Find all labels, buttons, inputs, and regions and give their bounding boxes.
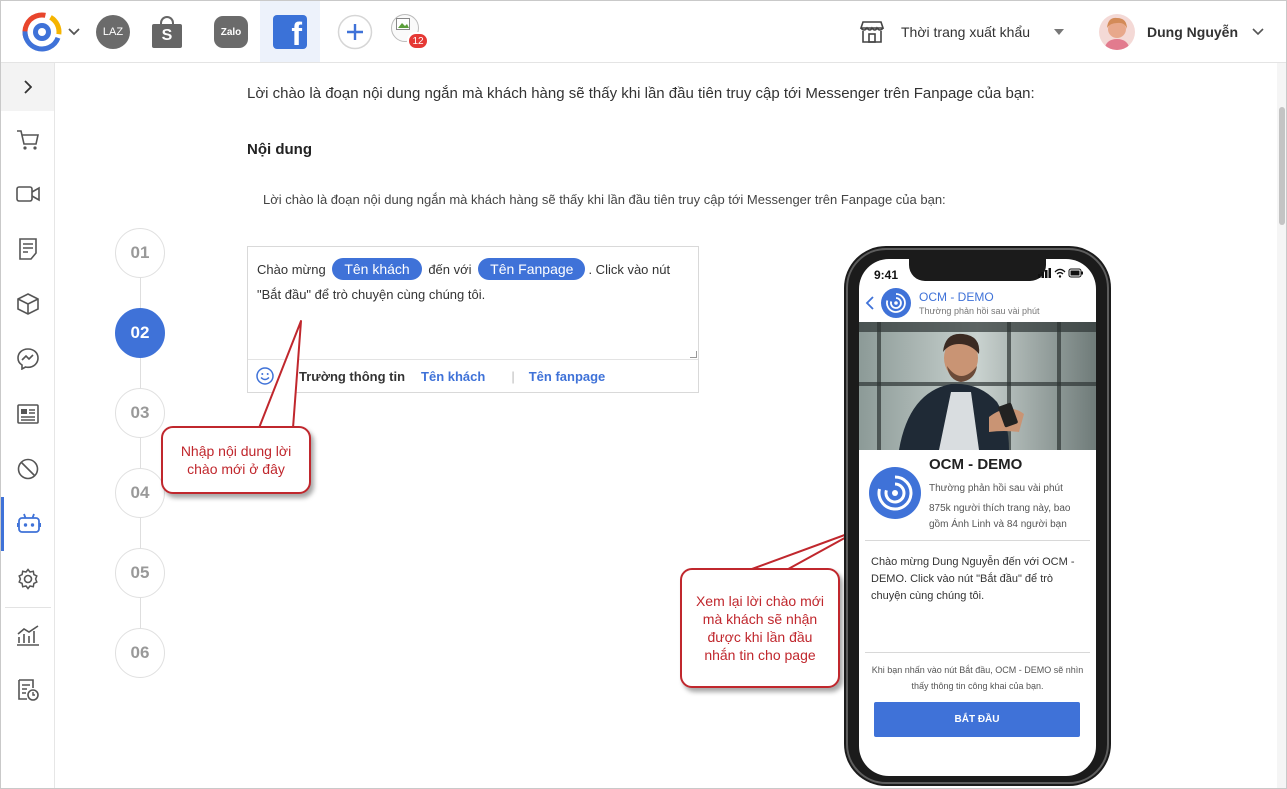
cart-icon xyxy=(16,130,39,150)
app-logo-icon xyxy=(22,12,62,51)
scrollbar-thumb[interactable] xyxy=(1279,107,1285,225)
shopee-channel[interactable]: S xyxy=(145,14,189,50)
step-5[interactable]: 05 xyxy=(115,548,165,598)
insert-fanpage-name-link[interactable]: Tên fanpage xyxy=(529,369,606,384)
store-name: Thời trang xuất khẩu xyxy=(901,24,1031,40)
sidebar-expand-button[interactable] xyxy=(1,63,54,111)
sidebar-item-livestream[interactable] xyxy=(1,167,54,221)
chevron-right-icon xyxy=(23,80,32,94)
analytics-icon xyxy=(16,625,39,646)
sidebar-item-analytics[interactable] xyxy=(1,608,54,662)
report-calendar-icon xyxy=(17,679,39,701)
blocked-icon xyxy=(17,458,38,480)
divider xyxy=(865,540,1090,541)
signal-wifi-battery-icon xyxy=(1038,268,1083,278)
welcome-message-preview: Chào mừng Dung Nguyễn đến với OCM - DEMO… xyxy=(871,556,1075,602)
divider xyxy=(865,652,1090,653)
image-placeholder-icon xyxy=(396,18,410,30)
store-icon xyxy=(859,21,885,43)
messenger-icon xyxy=(16,348,39,370)
sidebar-item-blocklist[interactable] xyxy=(1,442,54,496)
sidebar-item-chatbot[interactable] xyxy=(1,497,54,551)
top-bar: LAZ S Zalo f 12 Thời trang xuất khẩu Dun… xyxy=(1,1,1286,63)
sidebar-item-orders[interactable] xyxy=(1,113,54,167)
sidebar xyxy=(1,63,55,788)
step-3[interactable]: 03 xyxy=(115,388,165,438)
step-2[interactable]: 02 xyxy=(115,308,165,358)
step-1[interactable]: 01 xyxy=(115,228,165,278)
phone-preview: 9:41 OCM - DEMO Thường phản hồi sau vài … xyxy=(844,246,1111,786)
intro-text: Lời chào là đoạn nội dung ngắn mà khách … xyxy=(247,85,1035,102)
sidebar-item-posts[interactable] xyxy=(1,222,54,276)
step-4[interactable]: 04 xyxy=(115,468,165,518)
customer-name-chip[interactable]: Tên khách xyxy=(332,258,422,280)
avatar xyxy=(1099,14,1135,50)
emoji-icon[interactable] xyxy=(256,367,274,385)
facebook-icon: f xyxy=(273,14,307,49)
sidebar-item-messages[interactable] xyxy=(1,332,54,386)
toolbar-divider xyxy=(287,365,288,387)
back-arrow-icon[interactable] xyxy=(865,296,875,310)
page-logo-icon xyxy=(881,288,911,318)
page-name: OCM - DEMO xyxy=(929,456,1023,473)
facebook-channel[interactable]: f xyxy=(260,1,320,62)
zalo-channel[interactable]: Zalo xyxy=(209,14,253,50)
section-title: Nội dung xyxy=(247,141,312,158)
chevron-down-icon xyxy=(1252,28,1264,36)
phone-notch xyxy=(909,259,1046,281)
plus-circle-icon xyxy=(337,14,373,50)
insert-customer-name-link[interactable]: Tên khách xyxy=(421,369,485,384)
resize-handle[interactable] xyxy=(690,351,697,358)
fanpage-name-chip[interactable]: Tên Fanpage xyxy=(478,258,586,280)
app-logo-switcher[interactable] xyxy=(15,1,85,62)
page-logo-large-icon xyxy=(869,467,921,519)
caret-down-icon xyxy=(1054,29,1065,35)
chat-page-title: OCM - DEMO xyxy=(919,290,994,304)
greeting-editor[interactable]: Chào mừng Tên khách đến với Tên Fanpage.… xyxy=(247,246,699,393)
phone-screen: 9:41 OCM - DEMO Thường phản hồi sau vài … xyxy=(859,259,1096,776)
user-name: Dung Nguyễn xyxy=(1147,24,1238,40)
editor-toolbar: Trường thông tin Tên khách | Tên fanpage xyxy=(248,359,698,392)
store-selector[interactable]: Thời trang xuất khẩu xyxy=(859,15,1065,49)
page-likes: 875k người thích trang này, bao gồm Ánh … xyxy=(929,503,1071,530)
chat-response-time: Thường phản hồi sau vài phút xyxy=(919,306,1040,316)
video-icon xyxy=(15,186,40,202)
add-channel-button[interactable] xyxy=(333,14,377,50)
field-separator: | xyxy=(511,368,515,384)
fields-label: Trường thông tin xyxy=(299,368,406,384)
greeting-textarea[interactable]: Chào mừng Tên khách đến với Tên Fanpage.… xyxy=(257,257,691,307)
lazada-channel[interactable]: LAZ xyxy=(91,14,135,50)
user-menu[interactable]: Dung Nguyễn xyxy=(1099,13,1264,51)
notification-badge: 12 xyxy=(407,32,429,50)
zalo-icon: Zalo xyxy=(214,16,248,48)
scrollbar[interactable] xyxy=(1277,63,1286,788)
bot-icon xyxy=(17,513,41,533)
sidebar-item-settings[interactable] xyxy=(1,552,54,606)
sidebar-item-customers[interactable] xyxy=(1,387,54,441)
lazada-icon: LAZ xyxy=(96,15,130,49)
page-avatar-channel[interactable]: 12 xyxy=(385,14,429,50)
shopee-icon: S xyxy=(152,16,182,48)
start-button[interactable]: BẮT ĐẦU xyxy=(874,702,1080,737)
step-6[interactable]: 06 xyxy=(115,628,165,678)
sidebar-item-products[interactable] xyxy=(1,277,54,331)
chevron-down-icon xyxy=(68,27,80,35)
status-time: 9:41 xyxy=(874,268,899,282)
document-icon xyxy=(18,238,37,260)
app-window: LAZ S Zalo f 12 Thời trang xuất khẩu Dun… xyxy=(0,0,1287,789)
gear-icon xyxy=(17,568,38,590)
messenger-header: OCM - DEMO Thường phản hồi sau vài phút xyxy=(859,285,1096,321)
sidebar-item-reports[interactable] xyxy=(1,663,54,717)
page-response-time: Thường phản hồi sau vài phút xyxy=(929,483,1063,494)
cover-photo xyxy=(859,322,1096,450)
box-icon xyxy=(16,293,39,315)
contact-card-icon xyxy=(16,404,39,424)
section-description: Lời chào là đoạn nội dung ngắn mà khách … xyxy=(263,192,946,207)
editor-hint-callout: Nhập nội dung lời chào mới ở đây xyxy=(161,426,311,494)
privacy-note: Khi bạn nhấn vào nút Bắt đầu, OCM - DEMO… xyxy=(871,665,1084,691)
preview-hint-callout: Xem lại lời chào mới mà khách sẽ nhận đư… xyxy=(680,568,840,688)
